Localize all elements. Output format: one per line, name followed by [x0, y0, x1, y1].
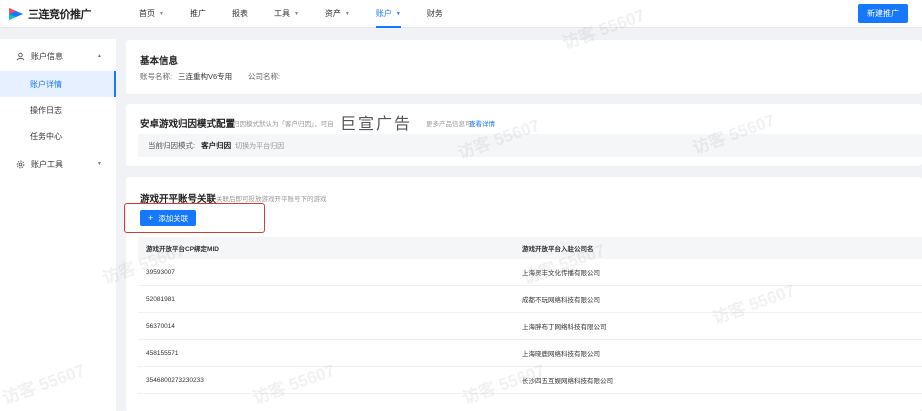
view-details-link[interactable]: 查看详情	[469, 118, 495, 128]
table-row: 39593007 上海灵丰文化传播有限公司	[138, 259, 922, 286]
overlay-ad-text: 巨宣广告	[340, 114, 413, 133]
nav-assets-label: 资产	[324, 9, 341, 18]
attribution-title: 安卓游戏归因模式配置	[140, 119, 236, 130]
nav-home-label: 首页	[139, 9, 155, 18]
sidebar-item-label: 任务中心	[30, 131, 62, 141]
cell-company: 上海胖布丁网络科技有限公司	[522, 324, 607, 331]
nav-reports[interactable]: 报表	[232, 0, 248, 28]
nav-tools-label: 工具	[273, 9, 290, 18]
main-nav: 首页 ▼ 推广 报表 工具 ▼ 资产 ▼ 账户 ▼ 财务	[139, 0, 469, 28]
current-mode-box: 当前归因模式: 客户归因 切换为平台归因	[138, 134, 922, 157]
brand-logo[interactable]: 三连竞价推广	[8, 6, 123, 22]
attribution-hint-a: 归因模式默认为「客户归因」，可自	[233, 121, 334, 128]
cell-mid: 52081981	[146, 295, 175, 303]
chevron-down-icon: ▼	[395, 10, 401, 17]
sidebar-group-account-tools[interactable]: 账户工具 ▼	[0, 149, 116, 179]
table-row: 52081981 成都不玩网络科技有限公司	[138, 286, 922, 313]
top-navigation-bar: 三连竞价推广 首页 ▼ 推广 报表 工具 ▼ 资产 ▼ 账户 ▼ 财务 新建推广	[0, 0, 922, 28]
nav-reports-label: 报表	[231, 9, 248, 18]
cell-mid: 56370014	[146, 322, 175, 330]
chevron-down-icon: ▼	[344, 10, 350, 17]
nav-assets[interactable]: 资产 ▼	[325, 0, 350, 28]
sidebar-item-label: 账户详情	[30, 79, 62, 89]
linking-hint: 关联后即可投放游戏开平账号下的游戏	[216, 196, 327, 203]
column-header-mid: 游戏开放平台CP绑定MID	[146, 246, 219, 253]
mode-label: 当前归因模式:	[148, 141, 196, 150]
nav-tools[interactable]: 工具 ▼	[274, 0, 299, 28]
table-row: 458155571 上海晓鹿网络科技有限公司	[138, 340, 922, 367]
company-name-label: 公司名称:	[248, 72, 281, 81]
user-icon	[16, 52, 25, 61]
account-name-label: 账号名称:	[140, 72, 173, 81]
chevron-down-icon: ▼	[293, 10, 299, 17]
brand-name: 三连竞价推广	[28, 8, 92, 21]
highlight-annotation-box	[124, 203, 265, 233]
table-row: 3546800273230233 长沙四五互娱网络科技有限公司	[138, 367, 922, 394]
cell-company: 上海灵丰文化传播有限公司	[522, 270, 600, 277]
nav-home[interactable]: 首页 ▼	[139, 0, 164, 28]
table-header: 游戏开放平台CP绑定MID 游戏开放平台入驻公司名	[138, 237, 922, 259]
cell-mid: 458155571	[146, 349, 179, 357]
nav-account-label: 账户	[375, 9, 392, 18]
new-promotion-button[interactable]: 新建推广	[858, 4, 908, 23]
sidebar-item-operation-log[interactable]: 操作日志	[0, 97, 116, 123]
linked-accounts-table: 游戏开放平台CP绑定MID 游戏开放平台入驻公司名 39593007 上海灵丰文…	[138, 237, 922, 394]
cell-company: 成都不玩网络科技有限公司	[522, 297, 600, 304]
attribution-hint-b: 更多产品信息可	[426, 121, 472, 128]
chevron-up-icon: ▲	[97, 53, 102, 59]
nav-finance[interactable]: 财务	[427, 0, 443, 28]
nav-promotion-label: 推广	[189, 9, 206, 18]
gear-icon	[16, 160, 25, 169]
account-name-value: 三连重构V6专用	[178, 72, 233, 81]
basic-info-title: 基本信息	[140, 56, 179, 67]
sidebar-group-label: 账户工具	[31, 159, 63, 169]
sidebar-item-task-center[interactable]: 任务中心	[0, 123, 116, 149]
cell-company: 上海晓鹿网络科技有限公司	[522, 351, 600, 358]
sidebar-group-account-info[interactable]: 账户信息 ▲	[0, 41, 116, 71]
sidebar-group-label: 账户信息	[31, 51, 63, 61]
chevron-down-icon: ▼	[159, 10, 164, 17]
basic-info-card: 基本信息 账号名称: 三连重构V6专用 公司名称:	[126, 40, 922, 94]
switch-mode-link[interactable]: 切换为平台归因	[235, 141, 284, 151]
nav-promotion[interactable]: 推广	[190, 0, 206, 28]
cell-company: 长沙四五互娱网络科技有限公司	[522, 378, 613, 385]
sidebar-item-label: 操作日志	[30, 105, 62, 115]
table-row: 56370014 上海胖布丁网络科技有限公司	[138, 313, 922, 340]
sidebar: 账户信息 ▲ 账户详情 操作日志 任务中心 账户工具 ▼	[0, 39, 116, 411]
attribution-mode-card: 安卓游戏归因模式配置 归因模式默认为「客户归因」，可自 更多产品信息可 查看详情…	[126, 104, 922, 166]
nav-finance-label: 财务	[426, 9, 443, 18]
cell-mid: 39593007	[146, 268, 175, 276]
brand-play-icon	[8, 7, 24, 21]
sidebar-item-account-details[interactable]: 账户详情	[0, 71, 116, 97]
mode-value: 客户归因	[201, 141, 232, 150]
cell-mid: 3546800273230233	[146, 376, 204, 384]
chevron-down-icon: ▼	[97, 161, 102, 167]
nav-account[interactable]: 账户 ▼	[375, 0, 401, 28]
column-header-company: 游戏开放平台入驻公司名	[522, 246, 594, 253]
